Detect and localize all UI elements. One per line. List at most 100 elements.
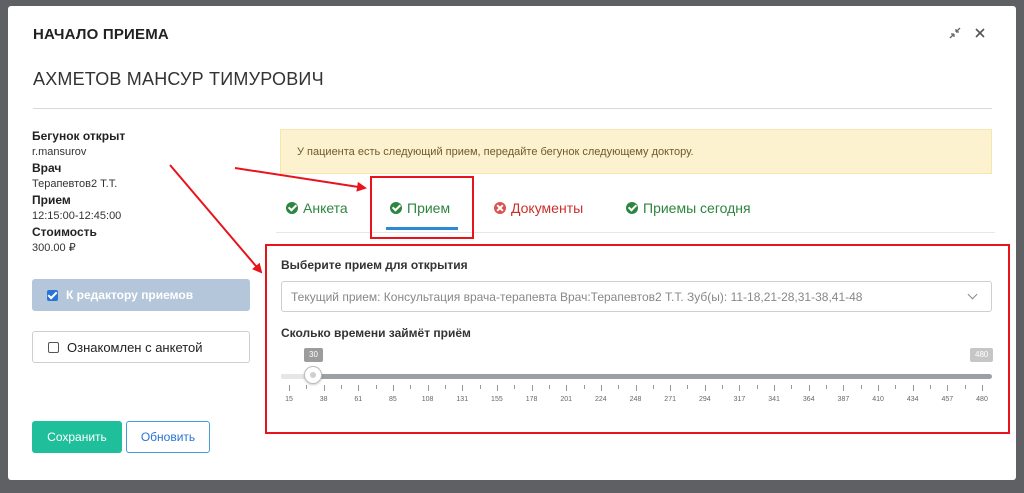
info-value: 300.00 ₽ xyxy=(32,242,76,254)
tab-appointments-today[interactable]: Приемы сегодня xyxy=(626,200,751,216)
start-appointment-modal: НАЧАЛО ПРИЕМА АХМЕТОВ МАНСУР ТИМУРОВИЧ Б… xyxy=(8,6,1016,480)
active-tab-indicator xyxy=(386,227,458,230)
slider-minor-tick xyxy=(375,385,377,389)
modal-title: НАЧАЛО ПРИЕМА xyxy=(33,26,169,43)
duration-slider-handle[interactable] xyxy=(304,366,322,384)
slider-major-tick xyxy=(739,385,741,391)
slider-minor-tick xyxy=(583,385,585,389)
slider-max-badge: 480 xyxy=(970,348,994,362)
slider-tick-label: 38 xyxy=(319,396,328,403)
info-label: Прием xyxy=(32,193,71,207)
slider-major-tick xyxy=(600,385,602,391)
slider-major-tick xyxy=(392,385,394,391)
slider-minor-tick xyxy=(791,385,793,389)
slider-major-tick xyxy=(947,385,949,391)
acknowledged-checkbox[interactable]: Ознакомлен с анкетой xyxy=(32,331,250,363)
slider-minor-tick xyxy=(895,385,897,389)
info-value: 12:15:00-12:45:00 xyxy=(32,210,122,222)
slider-major-tick xyxy=(427,385,429,391)
slider-major-tick xyxy=(496,385,498,391)
slider-tick-label: 387 xyxy=(837,396,850,403)
tab-label: Приемы сегодня xyxy=(643,200,751,216)
compress-icon[interactable] xyxy=(947,26,963,42)
slider-major-tick xyxy=(808,385,810,391)
slider-minor-tick xyxy=(756,385,758,389)
header-divider xyxy=(33,108,992,109)
slider-minor-tick xyxy=(860,385,862,389)
refresh-button[interactable]: Обновить xyxy=(126,421,210,453)
tab-questionnaire[interactable]: Анкета xyxy=(286,200,348,216)
slider-minor-tick xyxy=(410,385,412,389)
slider-tick-label: 108 xyxy=(421,396,434,403)
tab-appointment[interactable]: Прием xyxy=(390,200,450,216)
slider-major-tick xyxy=(670,385,672,391)
next-appointment-alert: У пациента есть следующий прием, передай… xyxy=(280,129,992,174)
slider-minor-tick xyxy=(826,385,828,389)
slider-tick-label: 294 xyxy=(698,396,711,403)
info-label: Стоимость xyxy=(32,225,97,239)
slider-minor-tick xyxy=(514,385,516,389)
slider-tick-label: 201 xyxy=(560,396,573,403)
close-icon[interactable] xyxy=(972,26,988,42)
tab-documents[interactable]: Документы xyxy=(494,200,583,216)
save-button[interactable]: Сохранить xyxy=(32,421,122,453)
slider-major-tick xyxy=(566,385,568,391)
slider-tick-label: 155 xyxy=(491,396,503,403)
slider-major-tick xyxy=(982,385,983,391)
slider-tick-label: 457 xyxy=(941,396,954,403)
tabs-bar: Анкета Прием Документы Приемы сегодня xyxy=(276,192,995,233)
slider-tick-label: 61 xyxy=(354,396,363,403)
appointment-info: Бегунок открыт r.mansurov Врач Терапевто… xyxy=(32,128,257,256)
check-circle-icon xyxy=(390,202,402,214)
slider-major-tick xyxy=(462,385,464,391)
slider-minor-tick xyxy=(479,385,481,389)
duration-slider-track[interactable] xyxy=(281,374,992,379)
slider-tick-label: 131 xyxy=(456,396,469,403)
duration-label: Сколько времени займёт приём xyxy=(281,326,471,340)
slider-minor-tick xyxy=(930,385,932,389)
slider-tick-label: 480 xyxy=(976,396,988,403)
patient-name: АХМЕТОВ МАНСУР ТИМУРОВИЧ xyxy=(33,69,324,89)
tab-label: Прием xyxy=(407,200,451,216)
slider-major-tick xyxy=(323,385,325,391)
slider-tick-label: 410 xyxy=(872,396,884,403)
editor-button[interactable]: К редактору приемов xyxy=(32,279,250,311)
slider-tick-label: 224 xyxy=(595,396,607,403)
checkbox-checked-icon xyxy=(47,289,58,301)
tab-label: Документы xyxy=(511,200,584,216)
check-circle-icon xyxy=(626,202,638,214)
slider-minor-tick xyxy=(687,385,689,389)
slider-tick-label: 434 xyxy=(906,396,919,403)
slider-major-tick xyxy=(704,385,706,391)
slider-major-tick xyxy=(912,385,914,391)
alert-text: У пациента есть следующий прием, передай… xyxy=(297,145,694,158)
info-value: r.mansurov xyxy=(32,146,87,158)
slider-minor-tick xyxy=(722,385,724,389)
slider-major-tick xyxy=(635,385,637,391)
appointment-select[interactable]: Текущий прием: Консультация врача-терапе… xyxy=(281,281,992,312)
slider-tick-label: 178 xyxy=(525,396,538,403)
slider-value-badge: 30 xyxy=(304,348,323,362)
slider-minor-tick xyxy=(964,385,966,389)
info-label: Бегунок открыт xyxy=(32,129,126,143)
info-value: Терапевтов2 Т.Т. xyxy=(32,178,118,190)
slider-major-tick xyxy=(878,385,880,391)
checkbox-unchecked-icon xyxy=(48,341,59,353)
slider-tick-label: 341 xyxy=(768,396,780,403)
slider-minor-tick xyxy=(444,385,446,389)
tab-label: Анкета xyxy=(303,200,348,216)
select-label: Выберите прием для открытия xyxy=(281,258,468,272)
slider-minor-tick xyxy=(548,385,550,389)
slider-tick-label: 15 xyxy=(285,396,293,403)
editor-button-label: К редактору приемов xyxy=(66,288,194,302)
slider-major-tick xyxy=(358,385,360,391)
chevron-down-icon xyxy=(967,289,978,300)
error-circle-icon xyxy=(494,202,506,214)
acknowledged-label: Ознакомлен с анкетой xyxy=(67,339,203,355)
slider-major-tick xyxy=(531,385,533,391)
slider-major-tick xyxy=(774,385,776,391)
slider-minor-tick xyxy=(306,385,308,389)
slider-tick-label: 271 xyxy=(664,396,676,403)
slider-minor-tick xyxy=(652,385,654,389)
slider-tick-label: 248 xyxy=(629,396,642,403)
